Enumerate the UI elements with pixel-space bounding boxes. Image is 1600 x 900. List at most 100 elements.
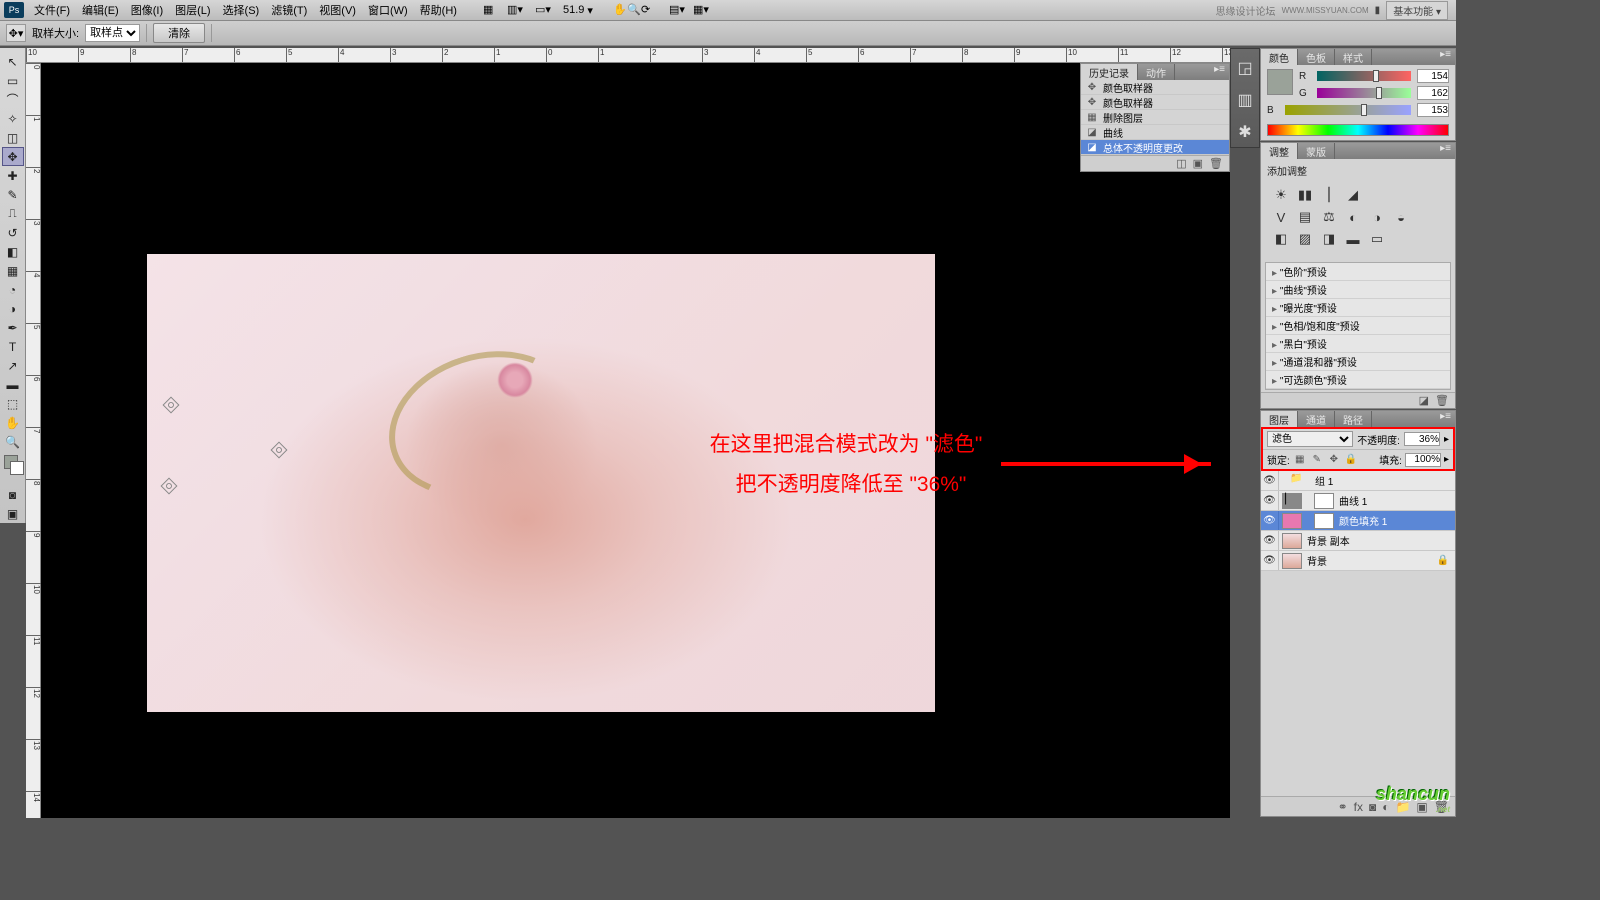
invert-icon[interactable]: ◧	[1269, 228, 1293, 250]
trash-icon[interactable]: 🗑	[1435, 394, 1449, 407]
r-slider[interactable]	[1317, 71, 1411, 81]
quickmask-icon[interactable]: ◙	[2, 485, 24, 504]
arrange-docs-icon[interactable]: ▥▾	[507, 3, 521, 17]
b-slider[interactable]	[1285, 105, 1411, 115]
path-tool[interactable]: ↗	[2, 356, 24, 375]
menu-file[interactable]: 文件(F)	[28, 2, 76, 18]
canvas-area[interactable]: 在这里把混合模式改为 "滤色" 把不透明度降低至 "36%"	[41, 63, 1230, 818]
menu-window[interactable]: 窗口(W)	[362, 2, 414, 18]
layer-name[interactable]: 曲线 1	[1337, 493, 1367, 508]
lasso-tool[interactable]: ⌒	[2, 90, 24, 109]
screenmode-icon[interactable]: ▣	[2, 504, 24, 523]
eyedropper-tool[interactable]: ✥	[2, 147, 24, 166]
brightness-icon[interactable]: ☀	[1269, 184, 1293, 206]
menu-layer[interactable]: 图层(L)	[169, 2, 216, 18]
brush-tool[interactable]: ✎	[2, 185, 24, 204]
adj-thumb[interactable]: ⎮	[1282, 493, 1302, 509]
history-item-selected[interactable]: ◪总体不透明度更改	[1081, 140, 1229, 155]
layer-thumb[interactable]	[1282, 533, 1302, 549]
menu-select[interactable]: 选择(S)	[217, 2, 266, 18]
tab-paths[interactable]: 路径	[1335, 411, 1372, 427]
lock-all-icon[interactable]: 🔒	[1344, 453, 1358, 467]
current-tool-icon[interactable]: ✥▾	[6, 24, 26, 42]
colorbal-icon[interactable]: ⚖	[1317, 206, 1341, 228]
tab-actions[interactable]: 动作	[1138, 64, 1175, 80]
layer-name[interactable]: 组 1	[1313, 473, 1333, 488]
clear-button[interactable]: 清除	[153, 23, 205, 43]
new-snapshot-icon[interactable]: ◫	[1176, 157, 1186, 170]
visibility-icon[interactable]: 👁	[1261, 511, 1279, 530]
shape-tool[interactable]: ▬	[2, 375, 24, 394]
screen-mode-icon[interactable]: ▭▾	[535, 3, 549, 17]
visibility-icon[interactable]: 👁	[1261, 551, 1279, 570]
history-item[interactable]: ✥颜色取样器	[1081, 80, 1229, 95]
fill-input[interactable]	[1405, 453, 1441, 467]
layer-row[interactable]: 👁 ⎮ 曲线 1	[1261, 491, 1455, 511]
layer-row[interactable]: 👁 📁 组 1	[1261, 471, 1455, 491]
tab-history[interactable]: 历史记录	[1081, 64, 1138, 80]
move-tool[interactable]: ↖	[2, 52, 24, 71]
menu-help[interactable]: 帮助(H)	[414, 2, 463, 18]
layer-name[interactable]: 背景 副本	[1305, 533, 1350, 548]
pen-tool[interactable]: ✒	[2, 318, 24, 337]
menu-filter[interactable]: 滤镜(T)	[265, 2, 313, 18]
panel-menu-icon[interactable]: ▸≡	[1436, 49, 1455, 65]
zoom-icon[interactable]: 🔍	[627, 3, 641, 17]
panel-menu-icon[interactable]: ▸≡	[1210, 64, 1229, 80]
g-slider[interactable]	[1317, 88, 1411, 98]
color-sampler-1[interactable]	[163, 397, 180, 414]
dodge-tool[interactable]: ◑	[2, 299, 24, 318]
bw-icon[interactable]: ◐	[1341, 206, 1365, 228]
heal-tool[interactable]: ✚	[2, 166, 24, 185]
huesat-icon[interactable]: ▤	[1293, 206, 1317, 228]
spectrum[interactable]	[1267, 124, 1449, 136]
menu-image[interactable]: 图像(I)	[125, 2, 169, 18]
preset-item[interactable]: "黑白"预设	[1266, 335, 1450, 353]
layer-row-selected[interactable]: 👁 颜色填充 1	[1261, 511, 1455, 531]
menu-view[interactable]: 视图(V)	[313, 2, 362, 18]
visibility-icon[interactable]: 👁	[1261, 491, 1279, 510]
crop-tool[interactable]: ◫	[2, 128, 24, 147]
preset-item[interactable]: "曲线"预设	[1266, 281, 1450, 299]
history-item[interactable]: ✥颜色取样器	[1081, 95, 1229, 110]
color-sampler-2[interactable]	[271, 442, 288, 459]
tab-color[interactable]: 颜色	[1261, 49, 1298, 65]
color-sampler-3[interactable]	[161, 478, 178, 495]
lock-pos-icon[interactable]: ✥	[1327, 453, 1341, 467]
levels-icon[interactable]: ▮▮	[1293, 184, 1317, 206]
link-layers-icon[interactable]: ⚭	[1338, 800, 1348, 814]
blur-tool[interactable]: ◔	[2, 280, 24, 299]
navigator-icon[interactable]: ◲	[1236, 59, 1254, 77]
photo-filter-icon[interactable]: ◑	[1365, 206, 1389, 228]
visibility-icon[interactable]: 👁	[1261, 531, 1279, 550]
marquee-tool[interactable]: ▭	[2, 71, 24, 90]
gradient-tool[interactable]: ▦	[2, 261, 24, 280]
g-input[interactable]	[1417, 86, 1449, 100]
blend-mode-select[interactable]: 滤色	[1267, 431, 1353, 447]
history-item[interactable]: ◪曲线	[1081, 125, 1229, 140]
lock-pixels-icon[interactable]: ✎	[1310, 453, 1324, 467]
tab-mask[interactable]: 蒙版	[1298, 143, 1335, 159]
color-swatch[interactable]	[1267, 69, 1293, 95]
info-icon[interactable]: ✱	[1236, 123, 1254, 141]
lock-trans-icon[interactable]: ▦	[1293, 453, 1307, 467]
new-doc-icon[interactable]: ▣	[1193, 157, 1203, 170]
tab-adjust[interactable]: 调整	[1261, 143, 1298, 159]
preset-item[interactable]: "色阶"预设	[1266, 263, 1450, 281]
stamp-tool[interactable]: ⎍	[2, 204, 24, 223]
trash-icon[interactable]: 🗑	[1209, 157, 1223, 170]
history-brush-tool[interactable]: ↺	[2, 223, 24, 242]
preset-item[interactable]: "通道混和器"预设	[1266, 353, 1450, 371]
r-input[interactable]	[1417, 69, 1449, 83]
background-swatch[interactable]	[10, 461, 24, 475]
launch-bridge-icon[interactable]: ▦	[483, 3, 497, 17]
tab-styles[interactable]: 样式	[1335, 49, 1372, 65]
zoom-tool[interactable]: 🔍	[2, 432, 24, 451]
layer-name[interactable]: 背景	[1305, 553, 1327, 568]
fill-thumb[interactable]	[1282, 513, 1302, 529]
mask-thumb[interactable]	[1314, 513, 1334, 529]
visibility-icon[interactable]: 👁	[1261, 471, 1279, 490]
workspace-button[interactable]: 基本功能 ▾	[1386, 1, 1448, 20]
panel-menu-icon[interactable]: ▸≡	[1436, 143, 1455, 159]
channel-mixer-icon[interactable]: ◒	[1389, 206, 1413, 228]
